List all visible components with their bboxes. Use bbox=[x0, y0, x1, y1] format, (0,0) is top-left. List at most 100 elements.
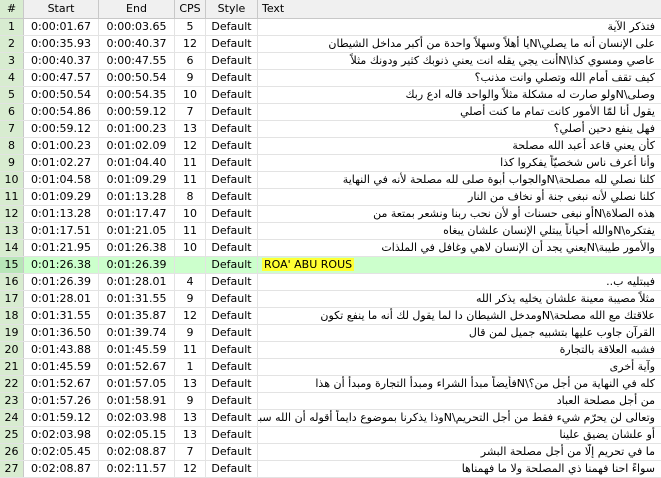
start-time-cell: 0:00:47.57 bbox=[24, 70, 99, 86]
table-row[interactable]: 18 0:01:31.55 0:01:35.87 12 Default علاقتك مع… bbox=[0, 308, 661, 325]
end-time-cell: 0:01:58.91 bbox=[99, 393, 175, 409]
header-style[interactable]: Style bbox=[206, 0, 258, 18]
end-time-cell: 0:01:31.55 bbox=[99, 291, 175, 307]
cps-cell: 10 bbox=[175, 240, 206, 256]
style-cell: Default bbox=[206, 19, 258, 35]
row-number: 27 bbox=[0, 461, 24, 477]
cps-cell: 7 bbox=[175, 104, 206, 120]
table-row[interactable]: 24 0:01:59.12 0:02:03.98 13 Default وتعالى لن… bbox=[0, 410, 661, 427]
text-cell: كله في النهاية من أجل من؟\Nفأيضاً مبدأ ا… bbox=[315, 377, 655, 390]
end-time-cell: 0:01:17.47 bbox=[99, 206, 175, 222]
row-number: 12 bbox=[0, 206, 24, 222]
start-time-cell: 0:00:35.93 bbox=[24, 36, 99, 52]
text-cell: كيف تقف أمام الله وتصلي وانت مذنب؟ bbox=[474, 71, 655, 84]
cps-cell: 6 bbox=[175, 53, 206, 69]
style-cell: Default bbox=[206, 376, 258, 392]
end-time-cell: 0:00:47.55 bbox=[99, 53, 175, 69]
header-cps[interactable]: CPS bbox=[175, 0, 206, 18]
table-row[interactable]: 25 0:02:03.98 0:02:05.15 13 Default أو علشان … bbox=[0, 427, 661, 444]
start-time-cell: 0:01:59.12 bbox=[24, 410, 99, 426]
row-number: 26 bbox=[0, 444, 24, 460]
style-cell: Default bbox=[206, 342, 258, 358]
cps-cell: 4 bbox=[175, 274, 206, 290]
start-time-cell: 0:01:00.23 bbox=[24, 138, 99, 154]
cps-cell: 9 bbox=[175, 291, 206, 307]
table-row[interactable]: 5 0:00:50.54 0:00:54.35 10 Default وصلى\Nولو … bbox=[0, 87, 661, 104]
text-cell: وأنا أعرف ناس شخصيّاً يفكروا كذا bbox=[500, 156, 655, 169]
table-row[interactable]: 19 0:01:36.50 0:01:39.74 9 Default القرآن جاو… bbox=[0, 325, 661, 342]
style-cell: Default bbox=[206, 70, 258, 86]
end-time-cell: 0:02:03.98 bbox=[99, 410, 175, 426]
text-cell: وآية أخرى bbox=[609, 360, 655, 373]
end-time-cell: 0:00:54.35 bbox=[99, 87, 175, 103]
table-row[interactable]: 15 0:01:26.38 0:01:26.39 Default ROA' ABU RO… bbox=[0, 257, 661, 274]
table-row[interactable]: 20 0:01:43.88 0:01:45.59 11 Default فشبه العل… bbox=[0, 342, 661, 359]
style-cell: Default bbox=[206, 223, 258, 239]
table-row[interactable]: 26 0:02:05.45 0:02:08.87 7 Default ما في تحري… bbox=[0, 444, 661, 461]
table-row[interactable]: 9 0:01:02.27 0:01:04.40 11 Default وأنا أعرف … bbox=[0, 155, 661, 172]
row-number: 8 bbox=[0, 138, 24, 154]
cps-cell: 12 bbox=[175, 461, 206, 477]
text-cell: كلنا نصلي لله مصلحة\Nوالجواب أبوة صلى لل… bbox=[342, 173, 655, 186]
text-cell: القرآن جاوب عليها بتشبيه جميل لمن قال bbox=[468, 326, 655, 339]
cps-cell: 10 bbox=[175, 87, 206, 103]
end-time-cell: 0:01:04.40 bbox=[99, 155, 175, 171]
table-row[interactable]: 6 0:00:54.86 0:00:59.12 7 Default يقول أنا لم… bbox=[0, 104, 661, 121]
table-row[interactable]: 12 0:01:13.28 0:01:17.47 10 Default هذه الصلا… bbox=[0, 206, 661, 223]
table-row[interactable]: 8 0:01:00.23 0:01:02.09 12 Default كأن يعني ق… bbox=[0, 138, 661, 155]
table-row[interactable]: 22 0:01:52.67 0:01:57.05 13 Default كله في ال… bbox=[0, 376, 661, 393]
cps-cell: 9 bbox=[175, 70, 206, 86]
start-time-cell: 0:01:13.28 bbox=[24, 206, 99, 222]
end-time-cell: 0:02:05.15 bbox=[99, 427, 175, 443]
table-row[interactable]: 10 0:01:04.58 0:01:09.29 11 Default كلنا نصلي… bbox=[0, 172, 661, 189]
row-number: 22 bbox=[0, 376, 24, 392]
end-time-cell: 0:01:39.74 bbox=[99, 325, 175, 341]
row-number: 21 bbox=[0, 359, 24, 375]
header-end[interactable]: End bbox=[99, 0, 175, 18]
style-cell: Default bbox=[206, 444, 258, 460]
table-row[interactable]: 17 0:01:28.01 0:01:31.55 9 Default مثلاً مصيب… bbox=[0, 291, 661, 308]
style-cell: Default bbox=[206, 87, 258, 103]
start-time-cell: 0:01:57.26 bbox=[24, 393, 99, 409]
row-number: 5 bbox=[0, 87, 24, 103]
start-time-cell: 0:00:54.86 bbox=[24, 104, 99, 120]
table-row[interactable]: 16 0:01:26.39 0:01:28.01 4 Default فيبتليه ب.… bbox=[0, 274, 661, 291]
header-start[interactable]: Start bbox=[24, 0, 99, 18]
start-time-cell: 0:01:09.29 bbox=[24, 189, 99, 205]
end-time-cell: 0:01:26.39 bbox=[99, 257, 175, 273]
start-time-cell: 0:00:01.67 bbox=[24, 19, 99, 35]
cps-cell: 11 bbox=[175, 172, 206, 188]
cps-cell: 8 bbox=[175, 189, 206, 205]
table-row[interactable]: 3 0:00:40.37 0:00:47.55 6 Default عاصي ومسوي … bbox=[0, 53, 661, 70]
header-text[interactable]: Text bbox=[258, 0, 661, 18]
table-row[interactable]: 23 0:01:57.26 0:01:58.91 9 Default من أجل مصل… bbox=[0, 393, 661, 410]
style-cell: Default bbox=[206, 257, 258, 273]
header-number[interactable]: # bbox=[0, 0, 24, 18]
table-row[interactable]: 11 0:01:09.29 0:01:13.28 8 Default كلنا نصلي … bbox=[0, 189, 661, 206]
table-row[interactable]: 14 0:01:21.95 0:01:26.38 10 Default والأمور ط… bbox=[0, 240, 661, 257]
table-row[interactable]: 1 0:00:01.67 0:00:03.65 5 Default فتذكر الآية bbox=[0, 19, 661, 36]
row-number: 6 bbox=[0, 104, 24, 120]
end-time-cell: 0:01:45.59 bbox=[99, 342, 175, 358]
table-row[interactable]: 2 0:00:35.93 0:00:40.37 12 Default على الإنسا… bbox=[0, 36, 661, 53]
text-cell: يفتكره\Nوالله أحياناً يبتلي الإنسان علشا… bbox=[443, 224, 655, 237]
table-row[interactable]: 7 0:00:59.12 0:01:00.23 13 Default فهل ينفع د… bbox=[0, 121, 661, 138]
text-cell: فشبه العلاقة بالتجارة bbox=[559, 343, 655, 356]
row-number: 23 bbox=[0, 393, 24, 409]
text-cell: عاصي ومسوي كذا\Nأنت يجي يقله انت يعني ذن… bbox=[350, 54, 655, 67]
start-time-cell: 0:00:40.37 bbox=[24, 53, 99, 69]
style-cell: Default bbox=[206, 461, 258, 477]
end-time-cell: 0:01:09.29 bbox=[99, 172, 175, 188]
table-row[interactable]: 13 0:01:17.51 0:01:21.05 11 Default يفتكره\Nو… bbox=[0, 223, 661, 240]
style-cell: Default bbox=[206, 172, 258, 188]
start-time-cell: 0:01:28.01 bbox=[24, 291, 99, 307]
start-time-cell: 0:01:43.88 bbox=[24, 342, 99, 358]
end-time-cell: 0:00:50.54 bbox=[99, 70, 175, 86]
text-cell: فيبتليه ب.. bbox=[606, 275, 655, 288]
table-row[interactable]: 27 0:02:08.87 0:02:11.57 12 Default سواءً احن… bbox=[0, 461, 661, 478]
text-cell: والأمور طيبة\Nيعني يجد أن الإنسان لاهي و… bbox=[381, 241, 655, 254]
table-row[interactable]: 4 0:00:47.57 0:00:50.54 9 Default كيف تقف أما… bbox=[0, 70, 661, 87]
table-row[interactable]: 21 0:01:45.59 0:01:52.67 1 Default وآية أخرى bbox=[0, 359, 661, 376]
row-number: 4 bbox=[0, 70, 24, 86]
row-number: 7 bbox=[0, 121, 24, 137]
